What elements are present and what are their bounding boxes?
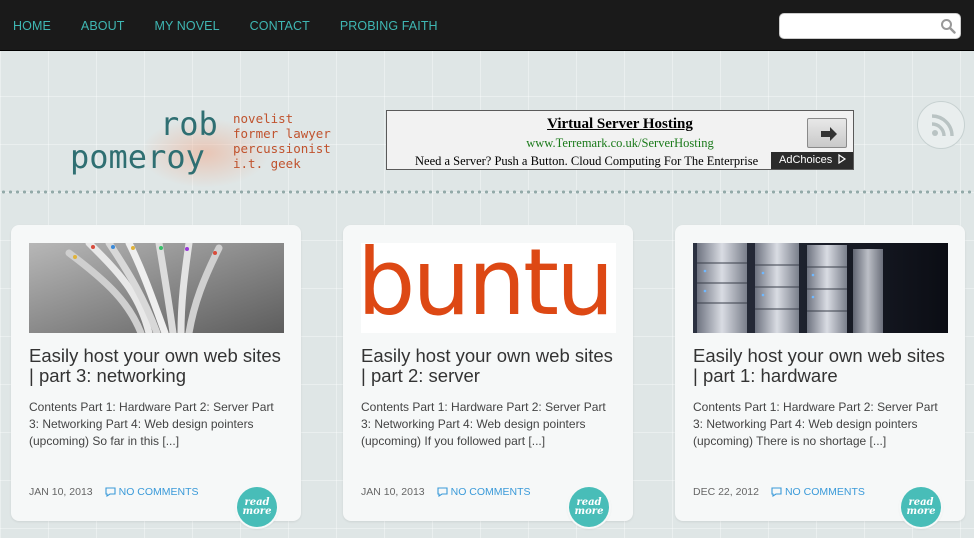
logo-tagline: former lawyer — [233, 126, 331, 141]
post-meta: JAN 10, 2013 NO COMMENTS — [361, 486, 531, 498]
post-excerpt: Contents Part 1: Hardware Part 2: Server… — [361, 400, 606, 448]
post-date: JAN 10, 2013 — [29, 486, 93, 498]
nav-probing-faith-link[interactable]: PROBING FAITH — [340, 19, 438, 33]
nav-about-link[interactable]: ABOUT — [81, 19, 125, 33]
ad-url[interactable]: www.Terremark.co.uk/ServerHosting — [387, 136, 853, 151]
cables-image — [29, 243, 284, 333]
ad-choices[interactable]: AdChoices — [771, 152, 853, 169]
comment-icon — [771, 487, 782, 497]
post-comments-label: NO COMMENTS — [450, 486, 531, 498]
post-title[interactable]: Easily host your own web sites | part 3:… — [29, 346, 284, 386]
search-icon[interactable] — [940, 18, 956, 34]
search-input[interactable] — [780, 14, 930, 38]
read-more-button[interactable]: read more — [237, 487, 277, 527]
read-more-button[interactable]: read more — [569, 487, 609, 527]
post-title[interactable]: Easily host your own web sites | part 1:… — [693, 346, 948, 386]
logo-taglines: novelist former lawyer percussionist i.t… — [233, 111, 331, 171]
ubuntu-logo-text: buntu — [361, 243, 614, 333]
rss-feed-button[interactable] — [917, 101, 965, 149]
arrow-right-icon — [821, 127, 837, 141]
post-meta: DEC 22, 2012 NO COMMENTS — [693, 486, 865, 498]
logo-tagline: novelist — [233, 111, 294, 126]
header-divider — [0, 190, 974, 194]
post-excerpt: Contents Part 1: Hardware Part 2: Server… — [29, 400, 274, 448]
post-date: DEC 22, 2012 — [693, 486, 759, 498]
ad-arrow-button[interactable] — [807, 118, 847, 148]
ad-banner[interactable]: Virtual Server Hosting www.Terremark.co.… — [386, 110, 854, 170]
top-nav-bar: HOME ABOUT MY NOVEL CONTACT PROBING FAIT… — [0, 0, 974, 51]
ad-title[interactable]: Virtual Server Hosting — [387, 116, 853, 133]
post-comments-link[interactable]: NO COMMENTS — [771, 486, 865, 498]
post-comments-link[interactable]: NO COMMENTS — [437, 486, 531, 498]
read-more-line2: more — [242, 506, 272, 517]
post-comments-link[interactable]: NO COMMENTS — [105, 486, 199, 498]
post-card: buntu Easily host your own web sites | p… — [343, 225, 633, 527]
post-excerpt: Contents Part 1: Hardware Part 2: Server… — [693, 400, 938, 448]
comment-icon — [437, 487, 448, 497]
logo-tagline: i.t. geek — [233, 156, 301, 171]
rss-icon — [931, 114, 954, 137]
post-thumbnail-ubuntu[interactable]: buntu — [361, 243, 616, 333]
post-thumbnail-cables[interactable] — [29, 243, 284, 333]
logo-name-first: rob — [160, 105, 218, 143]
main-nav: HOME ABOUT MY NOVEL CONTACT PROBING FAIT… — [13, 0, 468, 51]
comment-icon — [105, 487, 116, 497]
logo-name: rob pomeroy — [70, 108, 218, 174]
logo-name-last: pomeroy — [70, 138, 205, 176]
read-more-line2: more — [574, 506, 604, 517]
post-card: Easily host your own web sites | part 3:… — [11, 225, 301, 527]
post-meta: JAN 10, 2013 NO COMMENTS — [29, 486, 199, 498]
logo-tagline: percussionist — [233, 141, 331, 156]
post-comments-label: NO COMMENTS — [784, 486, 865, 498]
site-logo[interactable]: rob pomeroy novelist former lawyer percu… — [70, 108, 331, 188]
post-date: JAN 10, 2013 — [361, 486, 425, 498]
post-card: Easily host your own web sites | part 1:… — [675, 225, 965, 527]
nav-home-link[interactable]: HOME — [13, 19, 51, 33]
ad-choices-icon — [838, 153, 847, 165]
post-title[interactable]: Easily host your own web sites | part 2:… — [361, 346, 616, 386]
nav-contact-link[interactable]: CONTACT — [250, 19, 310, 33]
server-rack-image — [693, 243, 948, 333]
post-comments-label: NO COMMENTS — [118, 486, 199, 498]
nav-my-novel-link[interactable]: MY NOVEL — [154, 19, 219, 33]
post-thumbnail-servers[interactable] — [693, 243, 948, 333]
ad-choices-label: AdChoices — [779, 154, 833, 166]
read-more-button[interactable]: read more — [901, 487, 941, 527]
read-more-line2: more — [906, 506, 936, 517]
search-box — [779, 13, 961, 39]
